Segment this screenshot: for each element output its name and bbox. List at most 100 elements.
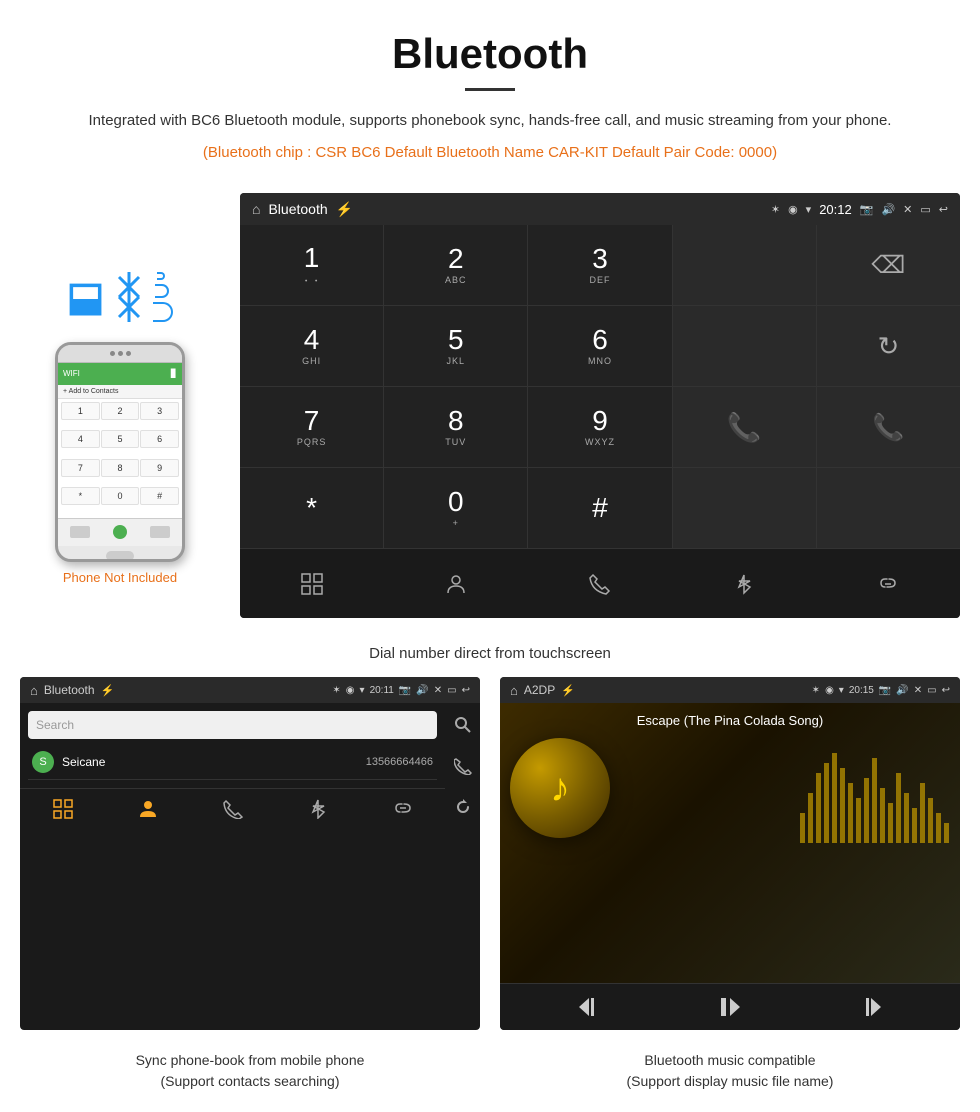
phone-call-btn[interactable]	[113, 525, 127, 539]
phone-key-7[interactable]: 7	[61, 459, 100, 477]
grid-icon	[301, 573, 323, 595]
phone-key-5[interactable]: 5	[101, 430, 140, 448]
nav-person[interactable]	[384, 549, 528, 618]
phone-bottom-bar	[58, 518, 182, 546]
key-9[interactable]: 9 WXYZ	[528, 387, 671, 467]
screen-icon[interactable]: ▭	[920, 203, 930, 216]
phone-key-6[interactable]: 6	[140, 430, 179, 448]
wifi-icon: ▾	[806, 203, 812, 216]
phone-key-2[interactable]: 2	[101, 402, 140, 420]
end-call-button[interactable]: 📞	[817, 387, 960, 467]
phone-signal: ▊	[171, 369, 177, 378]
phonebook-icons-col	[445, 703, 480, 829]
main-content: ⬓ WIFI	[0, 193, 980, 618]
key-1[interactable]: 1 ・・	[240, 225, 383, 305]
back-icon[interactable]: ↩	[939, 203, 948, 216]
key-empty-4	[817, 468, 960, 548]
phone-key-9[interactable]: 9	[140, 459, 179, 477]
redial-key[interactable]: ↻	[817, 306, 960, 386]
key-7[interactable]: 7 PQRS	[240, 387, 383, 467]
bluetooth-logo-icon: ⬓	[67, 274, 105, 320]
music-usb-icon: ⚡	[561, 684, 575, 697]
x-icon[interactable]: ✕	[903, 203, 912, 216]
key-4[interactable]: 4 GHI	[240, 306, 383, 386]
bluetooth-nav-icon	[733, 573, 755, 595]
dial-caption: Dial number direct from touchscreen	[0, 633, 980, 677]
arc-medium	[155, 284, 169, 298]
phone-key-8[interactable]: 8	[101, 459, 140, 477]
phone-mockup: WIFI ▊ + Add to Contacts 1 2 3 4 5 6 7 8…	[55, 342, 185, 562]
key-star[interactable]: *	[240, 468, 383, 548]
contact-row: S Seicane 13566664466	[28, 745, 437, 780]
nav-phone[interactable]	[528, 549, 672, 618]
camera-icon[interactable]: 📷	[860, 203, 874, 216]
prev-button[interactable]	[577, 994, 603, 1020]
key-0[interactable]: 0 +	[384, 468, 527, 548]
home-icon[interactable]: ⌂	[252, 201, 260, 217]
key-3[interactable]: 3 DEF	[528, 225, 671, 305]
volume-icon[interactable]: 🔊	[881, 203, 895, 216]
redial-icon: ↻	[877, 331, 899, 362]
nav-grid[interactable]	[240, 549, 384, 618]
pb-back-icon: ↩	[462, 685, 470, 696]
pb-call-icon[interactable]	[454, 757, 472, 775]
search-bar[interactable]: Search	[28, 711, 437, 739]
phone-key-0[interactable]: 0	[101, 487, 140, 505]
music-status-right: ✶ ◉ ▾ 20:15 📷 🔊 ✕ ▭ ↩	[812, 685, 950, 696]
key-8[interactable]: 8 TUV	[384, 387, 527, 467]
phone-dot-2	[118, 351, 123, 356]
pb-home-icon[interactable]: ⌂	[30, 683, 38, 698]
search-placeholder-text: Search	[36, 718, 429, 732]
dial-nav-bar	[240, 548, 960, 618]
phone-home-btn[interactable]	[106, 551, 134, 561]
dial-keypad-grid: 1 ・・ 2 ABC 3 DEF ⌫ 4 GHI	[240, 225, 960, 548]
music-status-bar: ⌂ A2DP ⚡ ✶ ◉ ▾ 20:15 📷 🔊 ✕ ▭ ↩	[500, 677, 960, 703]
call-icon: 📞	[727, 411, 762, 444]
music-time: 20:15	[849, 685, 874, 696]
arc-small	[157, 272, 165, 280]
key-hash[interactable]: #	[528, 468, 671, 548]
pb-time: 20:11	[370, 685, 394, 696]
header-section: Bluetooth Integrated with BC6 Bluetooth …	[0, 0, 980, 193]
pb-status-right: ✶ ◉ ▾ 20:11 📷 🔊 ✕ ▭ ↩	[332, 685, 470, 696]
pb-search-icon[interactable]	[454, 716, 472, 734]
next-button[interactable]	[857, 994, 883, 1020]
music-home-icon[interactable]: ⌂	[510, 683, 518, 698]
pb-nav-person[interactable]	[138, 799, 158, 819]
phone-key-3[interactable]: 3	[140, 402, 179, 420]
play-pause-button[interactable]	[717, 994, 743, 1020]
arc-large	[153, 302, 173, 322]
specs-line: (Bluetooth chip : CSR BC6 Default Blueto…	[60, 141, 920, 165]
music-controls	[500, 983, 960, 1030]
pb-nav-grid[interactable]	[53, 799, 73, 819]
phone-key-star[interactable]: *	[61, 487, 100, 505]
phone-key-hash[interactable]: #	[140, 487, 179, 505]
music-vol-icon: 🔊	[896, 685, 908, 696]
nav-link[interactable]	[816, 549, 960, 618]
pb-refresh-icon[interactable]	[454, 798, 472, 816]
header-description: Integrated with BC6 Bluetooth module, su…	[60, 109, 920, 133]
bluetooth-signal-container: ⬓	[67, 267, 174, 327]
nav-bluetooth[interactable]	[672, 549, 816, 618]
music-bt-icon: ✶	[812, 685, 820, 696]
phone-back-btn	[70, 526, 90, 538]
phone-key-4[interactable]: 4	[61, 430, 100, 448]
contact-number: 13566664466	[366, 756, 433, 768]
pb-nav-phone[interactable]	[223, 799, 243, 819]
status-left: ⌂ Bluetooth ⚡	[252, 201, 353, 218]
call-button[interactable]: 📞	[673, 387, 816, 467]
dial-status-bar: ⌂ Bluetooth ⚡ ✶ ◉ ▾ 20:12 📷 🔊 ✕ ▭ ↩	[240, 193, 960, 225]
pb-nav-link[interactable]	[393, 799, 413, 819]
usb-icon: ⚡	[336, 201, 353, 218]
backspace-key[interactable]: ⌫	[817, 225, 960, 305]
phone-key-1[interactable]: 1	[61, 402, 100, 420]
key-6[interactable]: 6 MNO	[528, 306, 671, 386]
key-5[interactable]: 5 JKL	[384, 306, 527, 386]
pb-status-left: ⌂ Bluetooth ⚡	[30, 683, 114, 698]
page-title: Bluetooth	[60, 30, 920, 78]
status-time: 20:12	[819, 202, 852, 217]
pb-nav-bluetooth[interactable]	[308, 799, 328, 819]
backspace-icon: ⌫	[871, 251, 905, 280]
key-2[interactable]: 2 ABC	[384, 225, 527, 305]
bluetooth-status-icon: ✶	[771, 203, 780, 216]
